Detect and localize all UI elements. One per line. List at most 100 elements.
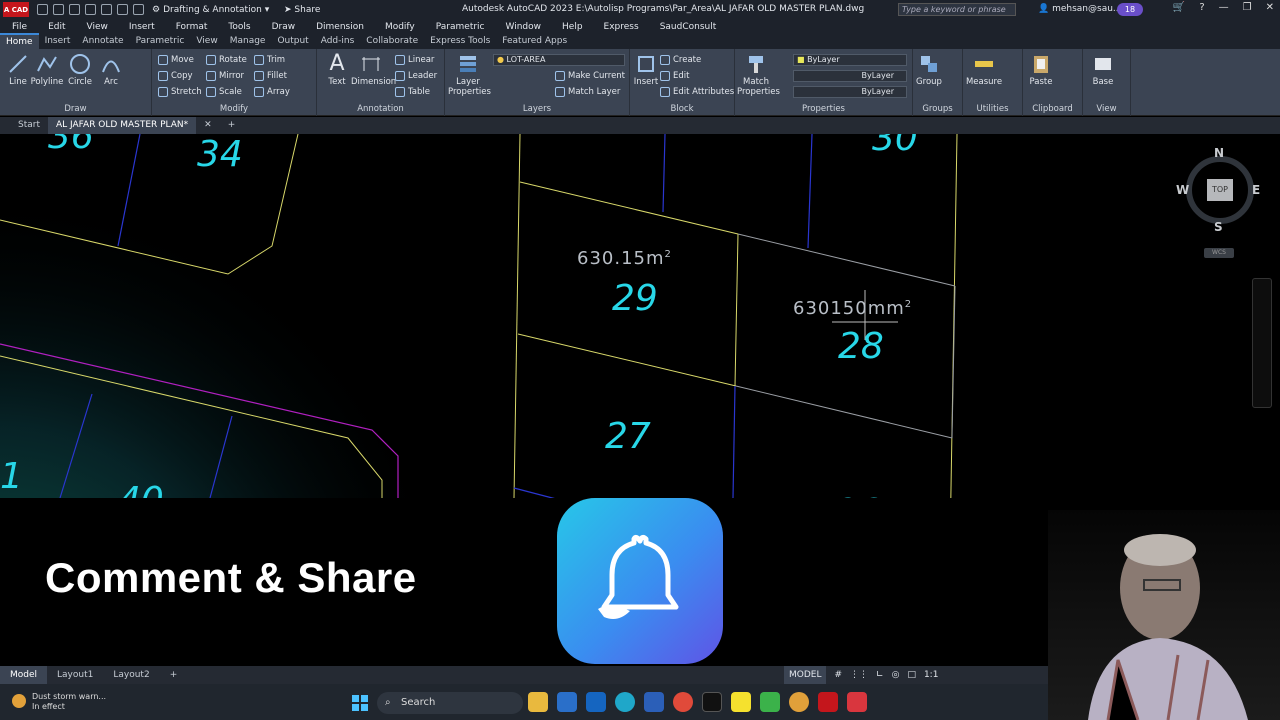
view-panel-title[interactable]: View <box>1083 104 1130 114</box>
tiktok-icon[interactable] <box>702 692 722 712</box>
insert-block-button[interactable]: Insert <box>630 53 662 87</box>
redo-icon[interactable] <box>133 4 144 15</box>
tab-layout1[interactable]: Layout1 <box>47 666 103 684</box>
new-tab-icon[interactable]: + <box>220 117 244 134</box>
snapchat-icon[interactable] <box>731 692 751 712</box>
trim-button[interactable]: Trim <box>254 54 285 66</box>
array-button[interactable]: Array <box>254 86 290 98</box>
rotate-button[interactable]: Rotate <box>206 54 247 66</box>
camtasia-icon[interactable] <box>760 692 780 712</box>
lineweight-dropdown[interactable]: ByLayer <box>793 86 907 98</box>
autocad-taskbar-icon[interactable] <box>818 692 838 712</box>
menu-edit[interactable]: Edit <box>36 22 74 32</box>
tab-parametric[interactable]: Parametric <box>130 34 191 49</box>
ortho-icon[interactable]: ∟ <box>876 670 884 680</box>
tab-current-drawing[interactable]: AL JAFAR OLD MASTER PLAN* <box>48 117 197 134</box>
layers-panel-title[interactable]: Layers <box>445 104 629 114</box>
cart-icon[interactable]: 🛒 <box>1173 2 1185 13</box>
menu-modify[interactable]: Modify <box>373 22 424 32</box>
compass-west[interactable]: W <box>1176 183 1189 197</box>
compass-east[interactable]: E <box>1252 183 1260 197</box>
scale-button[interactable]: Scale <box>206 86 242 98</box>
menu-help[interactable]: Help <box>550 22 592 32</box>
grid-icon[interactable]: # <box>834 670 842 680</box>
tab-layout2[interactable]: Layout2 <box>103 666 159 684</box>
arc-button[interactable]: Arc <box>95 53 127 87</box>
taskbar-search[interactable]: ⌕ Search <box>377 692 523 714</box>
leader-button[interactable]: Leader <box>395 70 437 82</box>
measure-button[interactable]: Measure <box>965 53 1003 87</box>
properties-panel-title[interactable]: Properties <box>735 104 912 114</box>
open-file-icon[interactable] <box>53 4 64 15</box>
tab-home[interactable]: Home <box>0 33 39 50</box>
polar-icon[interactable]: ◎ <box>892 670 900 680</box>
tab-collaborate[interactable]: Collaborate <box>360 34 424 49</box>
tab-model[interactable]: Model <box>0 666 48 684</box>
tab-express-tools[interactable]: Express Tools <box>424 34 496 49</box>
tab-view[interactable]: View <box>190 34 223 49</box>
save-icon[interactable] <box>69 4 80 15</box>
make-current-button[interactable]: Make Current <box>555 70 625 82</box>
weather-widget[interactable]: Dust storm warn... In effect <box>12 692 106 712</box>
menu-file[interactable]: File <box>0 22 36 32</box>
new-file-icon[interactable] <box>37 4 48 15</box>
menu-saudconsult[interactable]: SaudConsult <box>648 22 726 32</box>
utilities-panel-title[interactable]: Utilities <box>963 104 1022 114</box>
stretch-button[interactable]: Stretch <box>158 86 202 98</box>
tab-start[interactable]: Start <box>10 117 48 134</box>
menu-dimension[interactable]: Dimension <box>304 22 373 32</box>
groups-panel-title[interactable]: Groups <box>913 104 962 114</box>
word-icon[interactable] <box>644 692 664 712</box>
user-account[interactable]: 👤 mehsan@sau... <box>1038 4 1122 14</box>
table-button[interactable]: Table <box>395 86 430 98</box>
layer-dropdown[interactable]: ● LOT-AREA <box>493 54 625 66</box>
tab-featured-apps[interactable]: Featured Apps <box>496 34 573 49</box>
osnap-icon[interactable]: □ <box>907 670 916 680</box>
menu-parametric[interactable]: Parametric <box>424 22 494 32</box>
compass-north[interactable]: N <box>1214 146 1224 160</box>
linetype-dropdown[interactable]: ByLayer <box>793 70 907 82</box>
tab-add-ins[interactable]: Add-ins <box>315 34 361 49</box>
tab-annotate[interactable]: Annotate <box>76 34 129 49</box>
move-button[interactable]: Move <box>158 54 194 66</box>
navigation-bar[interactable] <box>1252 278 1272 408</box>
circle-button[interactable]: Circle <box>64 53 96 87</box>
tab-manage[interactable]: Manage <box>224 34 272 49</box>
windows-start-icon[interactable] <box>352 695 368 711</box>
color-dropdown[interactable]: ■ ByLayer <box>793 54 907 66</box>
linear-button[interactable]: Linear <box>395 54 434 66</box>
block-panel-title[interactable]: Block <box>630 104 734 114</box>
modify-panel-title[interactable]: Modify <box>152 104 316 114</box>
store-icon[interactable] <box>557 692 577 712</box>
help-search-input[interactable]: Type a keyword or phrase <box>898 3 1016 16</box>
create-block-button[interactable]: Create <box>660 54 701 66</box>
menu-insert[interactable]: Insert <box>117 22 164 32</box>
minimize-icon[interactable]: — <box>1219 2 1229 13</box>
close-icon[interactable]: ✕ <box>1266 2 1274 13</box>
autocad-logo[interactable]: A CAD <box>3 2 29 17</box>
menu-window[interactable]: Window <box>494 22 551 32</box>
help-icon[interactable]: ? <box>1199 2 1204 13</box>
recorder-icon[interactable] <box>847 692 867 712</box>
group-button[interactable]: Group <box>913 53 945 87</box>
draw-panel-title[interactable]: Draw <box>0 104 151 114</box>
edge-icon[interactable] <box>615 692 635 712</box>
chrome-icon[interactable] <box>673 692 693 712</box>
annotation-panel-title[interactable]: Annotation <box>317 104 444 114</box>
menu-format[interactable]: Format <box>164 22 217 32</box>
outlook-icon[interactable] <box>586 692 606 712</box>
snap-icon[interactable]: ⋮⋮ <box>850 670 868 680</box>
undo-icon[interactable] <box>117 4 128 15</box>
wcs-menu[interactable]: WCS <box>1204 248 1234 258</box>
model-space-toggle[interactable]: MODEL <box>784 666 827 684</box>
dimension-button[interactable]: Dimension <box>351 53 396 87</box>
copy-button[interactable]: Copy <box>158 70 193 82</box>
viewcube-top-face[interactable]: TOP <box>1207 179 1233 201</box>
tab-output[interactable]: Output <box>271 34 314 49</box>
mirror-button[interactable]: Mirror <box>206 70 244 82</box>
save-as-icon[interactable] <box>85 4 96 15</box>
compass-south[interactable]: S <box>1214 220 1223 234</box>
menu-tools[interactable]: Tools <box>216 22 259 32</box>
add-layout-icon[interactable]: + <box>160 666 188 684</box>
notification-badge[interactable]: 18 <box>1117 3 1143 16</box>
